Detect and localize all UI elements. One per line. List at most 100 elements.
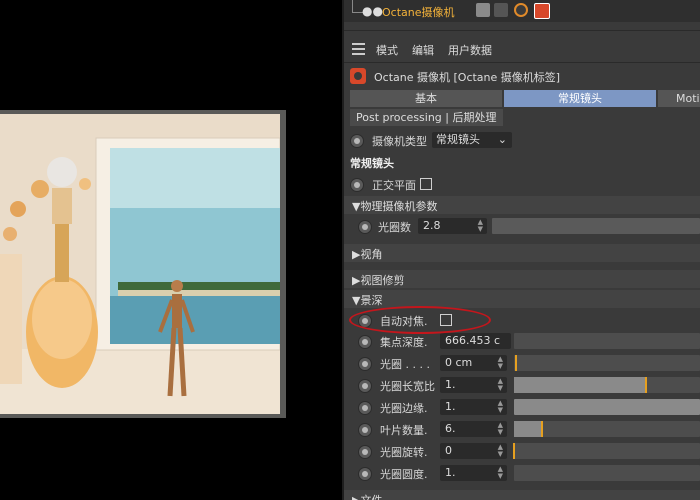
camera-type-row: 摄像机类型 常规镜头 ⌄ xyxy=(344,130,700,150)
object-manager-strip: ●● Octane摄像机 xyxy=(344,0,700,22)
edge-slider[interactable] xyxy=(514,399,700,415)
aperture-label: 光圈 . . . . xyxy=(380,358,430,371)
viewport xyxy=(0,0,342,500)
blades-value: 6. xyxy=(445,422,456,435)
blades-label: 叶片数量. xyxy=(380,424,428,437)
aperture-number-field[interactable]: 2.8 ▲ ▼ xyxy=(418,218,487,234)
aperture-value: 0 cm xyxy=(445,356,473,369)
spinner-icon[interactable]: ▲ ▼ xyxy=(478,219,483,233)
rotation-row: 光圈旋转. 0 ▲ ▼ xyxy=(344,441,700,461)
animate-radio-icon[interactable] xyxy=(350,178,364,192)
animate-radio-icon[interactable] xyxy=(358,379,372,393)
ortho-label: 正交平面 xyxy=(372,179,416,192)
ortho-checkbox[interactable] xyxy=(420,178,432,190)
aperture-field[interactable]: 0 cm ▲ ▼ xyxy=(440,355,507,371)
tab-post-processing[interactable]: Post processing | 后期处理 xyxy=(350,109,503,126)
aspect-row: 光圈长宽比 1. ▲ ▼ xyxy=(344,375,700,395)
aspect-field[interactable]: 1. ▲ ▼ xyxy=(440,377,507,393)
ortho-row: 正交平面 xyxy=(344,174,700,194)
aperture-number-row: 光圈数 2.8 ▲ ▼ xyxy=(344,216,700,236)
menu-mode[interactable]: 模式 xyxy=(376,42,398,58)
menu-bar: 模式 编辑 用户数据 xyxy=(344,38,700,60)
layer-tag-icon[interactable] xyxy=(476,3,490,17)
animate-radio-icon[interactable] xyxy=(358,401,372,415)
focal-depth-row: 集点深度. 666.453 c xyxy=(344,331,700,351)
blades-field[interactable]: 6. ▲ ▼ xyxy=(440,421,507,437)
aperture-row: 光圈 . . . . 0 cm ▲ ▼ xyxy=(344,353,700,373)
spinner-icon[interactable]: ▲ ▼ xyxy=(498,378,503,392)
slider-fill xyxy=(514,421,542,437)
group-dof-label: ▼景深 xyxy=(352,294,383,307)
spinner-icon[interactable]: ▲ ▼ xyxy=(498,466,503,480)
camera-type-select[interactable]: 常规镜头 ⌄ xyxy=(432,132,512,148)
aperture-slider[interactable] xyxy=(514,355,700,371)
tab-motion[interactable]: Moti xyxy=(658,90,700,107)
slider-marker xyxy=(513,443,515,459)
section-heading: 常规镜头 xyxy=(350,157,394,170)
roundness-value: 1. xyxy=(445,466,456,479)
aperture-number-slider[interactable] xyxy=(492,218,700,234)
edge-field[interactable]: 1. ▲ ▼ xyxy=(440,399,507,415)
animate-radio-icon[interactable] xyxy=(358,445,372,459)
focal-depth-field[interactable]: 666.453 c xyxy=(440,333,511,349)
animate-radio-icon[interactable] xyxy=(358,467,372,481)
aperture-number-label: 光圈数 xyxy=(378,221,411,234)
hamburger-icon[interactable] xyxy=(352,43,365,55)
octane-camera-tag-icon[interactable] xyxy=(534,3,550,19)
roundness-label: 光圈圆度. xyxy=(380,468,428,481)
aspect-slider[interactable] xyxy=(514,377,700,393)
autofocus-highlight-ellipse xyxy=(349,306,491,334)
group-file-label: ▶文件 xyxy=(352,492,382,500)
group-view[interactable]: ▶视角 xyxy=(344,244,700,262)
render-scene xyxy=(0,114,280,414)
spinner-icon[interactable]: ▲ ▼ xyxy=(498,356,503,370)
roundness-slider[interactable] xyxy=(514,465,700,481)
no-entry-tag-icon[interactable] xyxy=(514,3,528,17)
render-preview-frame xyxy=(0,110,286,418)
edge-label: 光圈边缘. xyxy=(380,402,428,415)
camera-object-name[interactable]: Octane摄像机 xyxy=(382,4,455,20)
spinner-icon[interactable]: ▲ ▼ xyxy=(498,444,503,458)
animate-radio-icon[interactable] xyxy=(358,220,372,234)
blades-row: 叶片数量. 6. ▲ ▼ xyxy=(344,419,700,439)
aspect-label: 光圈长宽比 xyxy=(380,380,435,393)
slider-fill xyxy=(514,377,647,393)
animate-radio-icon[interactable] xyxy=(358,335,372,349)
group-file[interactable]: ▶文件 xyxy=(344,490,700,500)
group-dof[interactable]: ▼景深 xyxy=(344,290,700,308)
spinner-icon[interactable]: ▲ ▼ xyxy=(498,400,503,414)
octane-camera-icon xyxy=(350,68,366,84)
menu-user-data[interactable]: 用户数据 xyxy=(448,42,492,58)
rotation-slider[interactable] xyxy=(513,443,700,459)
attribute-title: Octane 摄像机 [Octane 摄像机标签] xyxy=(374,71,561,84)
blades-slider[interactable] xyxy=(514,421,700,437)
slider-marker xyxy=(514,355,517,371)
focal-depth-slider[interactable] xyxy=(514,333,700,349)
tab-bar: 基本 常规镜头 Moti xyxy=(350,90,700,107)
rotation-field[interactable]: 0 ▲ ▼ xyxy=(440,443,507,459)
aspect-value: 1. xyxy=(445,378,456,391)
rotation-label: 光圈旋转. xyxy=(380,446,428,459)
edge-row: 光圈边缘. 1. ▲ ▼ xyxy=(344,397,700,417)
spinner-icon[interactable]: ▲ ▼ xyxy=(498,422,503,436)
chevron-down-icon: ⌄ xyxy=(497,133,507,146)
tab-regular-lens[interactable]: 常规镜头 xyxy=(504,90,656,107)
focal-depth-value: 666.453 c xyxy=(445,334,501,347)
tab-basic[interactable]: 基本 xyxy=(350,90,502,107)
animate-radio-icon[interactable] xyxy=(358,423,372,437)
animate-radio-icon[interactable] xyxy=(358,357,372,371)
attribute-manager: ●● Octane摄像机 模式 编辑 用户数据 Octane 摄像机 [Octa… xyxy=(344,0,700,500)
animate-radio-icon[interactable] xyxy=(350,134,364,148)
focal-depth-label: 集点深度. xyxy=(380,336,428,349)
slider-marker xyxy=(645,377,648,393)
roundness-field[interactable]: 1. ▲ ▼ xyxy=(440,465,507,481)
attribute-title-row: Octane 摄像机 [Octane 摄像机标签] xyxy=(344,66,700,86)
dots-tag-icon[interactable] xyxy=(494,3,508,17)
menu-edit[interactable]: 编辑 xyxy=(412,42,434,58)
group-correction[interactable]: ▶视图修剪 xyxy=(344,270,700,288)
rotation-value: 0 xyxy=(445,444,452,457)
camera-object-icon[interactable]: ●● xyxy=(362,4,383,18)
group-view-label: ▶视角 xyxy=(352,248,383,261)
group-physical[interactable]: ▼物理摄像机参数 xyxy=(344,196,700,214)
roundness-row: 光圈圆度. 1. ▲ ▼ xyxy=(344,463,700,483)
